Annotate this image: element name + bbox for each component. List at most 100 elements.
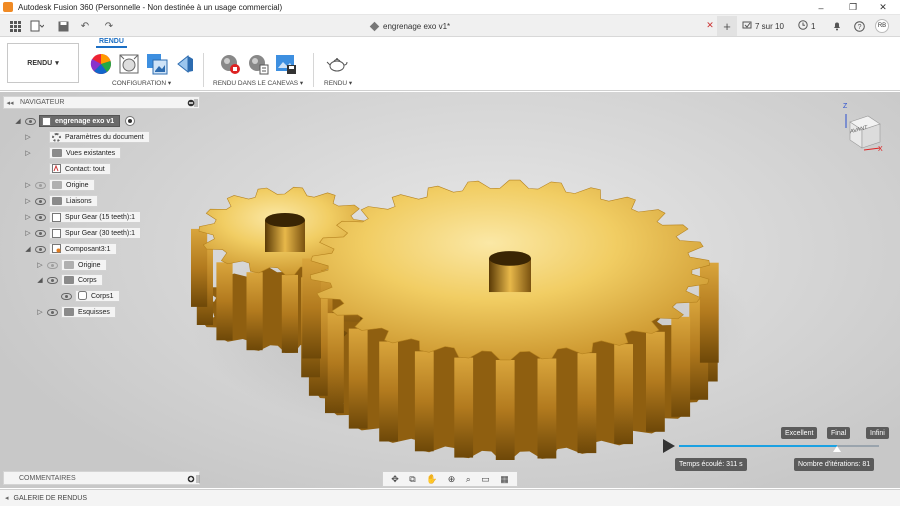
decal-icon[interactable] (174, 53, 196, 75)
apps-grid-icon[interactable] (8, 19, 22, 33)
tree-node[interactable]: Vues existantes (49, 147, 122, 159)
texture-map-icon[interactable] (146, 53, 168, 75)
tree-item-contact[interactable]: Contact: tout (24, 163, 111, 175)
scene-settings-icon[interactable] (118, 53, 140, 75)
configuration-group-label[interactable]: CONFIGURATION ▾ (112, 79, 171, 87)
tree-item-spur-gear-15[interactable]: ▷ Spur Gear (15 teeth):1 (24, 211, 142, 223)
file-menu-icon[interactable] (30, 19, 44, 33)
quality-excellent-button[interactable]: Excellent (781, 427, 818, 439)
notifications-bell-icon[interactable] (830, 19, 844, 33)
teapot-render-icon[interactable] (326, 53, 348, 75)
capture-image-icon[interactable] (275, 53, 297, 75)
tree-item-bodies[interactable]: ◢ Corps (36, 274, 103, 286)
expand-gallery-icon[interactable]: ◂ (5, 494, 9, 502)
tree-node[interactable]: Spur Gear (15 teeth):1 (49, 211, 142, 223)
tab-rendu[interactable]: RENDU (96, 38, 127, 48)
collapsed-triangle-icon[interactable]: ▷ (24, 213, 32, 221)
browser-panel-header[interactable]: ◂◂ NAVIGATEUR (3, 96, 200, 109)
visibility-eye-icon[interactable] (61, 292, 72, 300)
resize-handle-icon[interactable] (196, 475, 200, 485)
look-at-icon[interactable]: ⧉ (409, 474, 415, 485)
visibility-eye-icon[interactable] (35, 213, 46, 221)
collapsed-triangle-icon[interactable]: ▷ (24, 149, 32, 157)
collapsed-triangle-icon[interactable]: ▷ (36, 308, 44, 316)
zoom-icon[interactable]: ⊕ (448, 474, 456, 485)
play-render-button[interactable] (663, 439, 675, 453)
canvas-viewport[interactable] (0, 92, 900, 488)
tree-node[interactable]: Corps (61, 274, 103, 286)
tree-root[interactable]: ◢ engrenage exo v1 (14, 115, 136, 127)
help-icon[interactable]: ? (852, 19, 866, 33)
tree-node[interactable]: Spur Gear (30 teeth):1 (49, 227, 142, 239)
canvas-render-group-label[interactable]: RENDU DANS LE CANEVAS ▾ (213, 79, 303, 87)
visibility-eye-icon[interactable] (35, 197, 46, 205)
comments-panel-header[interactable]: COMMENTAIRES (3, 471, 200, 485)
fit-view-icon[interactable]: ⌕ (466, 474, 471, 485)
collapsed-triangle-icon[interactable]: ▷ (24, 197, 32, 205)
visibility-eye-icon[interactable] (35, 181, 46, 189)
quality-marker-icon[interactable] (833, 446, 841, 452)
tree-node[interactable]: Origine (49, 179, 95, 191)
redo-icon[interactable]: ↷ (102, 19, 116, 33)
collapse-panel-icon[interactable]: ◂◂ (4, 99, 16, 107)
resize-handle-icon[interactable] (194, 99, 202, 107)
expanded-triangle-icon[interactable]: ◢ (24, 245, 32, 253)
visibility-eye-icon[interactable] (47, 261, 58, 269)
collapsed-triangle-icon[interactable]: ▷ (24, 133, 32, 141)
gear-assembly-render[interactable] (0, 92, 900, 488)
tree-item-component3[interactable]: ◢ Composant3:1 (24, 243, 117, 255)
tree-node[interactable]: Esquisses (61, 306, 116, 318)
tree-node[interactable]: Corps1 (75, 290, 120, 302)
appearance-icon[interactable] (90, 53, 112, 75)
render-group-label[interactable]: RENDU ▾ (324, 79, 352, 87)
online-users[interactable]: 1 (798, 19, 815, 33)
visibility-eye-icon[interactable] (35, 229, 46, 237)
new-tab-button[interactable]: + (717, 16, 737, 36)
tree-node[interactable]: Liaisons (49, 195, 98, 207)
visibility-eye-icon[interactable] (35, 245, 46, 253)
tree-node[interactable]: Origine (61, 259, 107, 271)
job-status[interactable]: 7 sur 10 (742, 19, 784, 33)
close-window-button[interactable]: ✕ (868, 0, 898, 15)
add-comment-icon[interactable] (187, 475, 195, 485)
expanded-triangle-icon[interactable]: ◢ (14, 117, 22, 125)
save-icon[interactable] (56, 19, 70, 33)
minimize-button[interactable]: – (806, 0, 836, 15)
orbit-icon[interactable]: ✥ (391, 474, 399, 485)
collapsed-triangle-icon[interactable]: ▷ (36, 261, 44, 269)
tree-item-joints[interactable]: ▷ Liaisons (24, 195, 98, 207)
tree-item-origin[interactable]: ▷ Origine (24, 179, 95, 191)
stop-render-icon[interactable] (219, 53, 241, 75)
visibility-eye-icon[interactable] (47, 276, 58, 284)
visibility-eye-icon[interactable] (25, 117, 36, 125)
close-document-tab[interactable]: ✕ (704, 19, 716, 31)
tree-item-named-views[interactable]: ▷ Vues existantes (24, 147, 122, 159)
tree-item-body1[interactable]: Corps1 (50, 290, 120, 302)
grid-settings-icon[interactable]: ▦ (500, 474, 509, 485)
tree-item-document-settings[interactable]: ▷ Paramètres du document (24, 131, 150, 143)
display-settings-icon[interactable]: ▭ (481, 474, 490, 485)
tree-item-origin-sub[interactable]: ▷ Origine (36, 259, 107, 271)
restore-button[interactable]: ❐ (838, 0, 868, 15)
tree-node[interactable]: Paramètres du document (49, 131, 150, 143)
render-gallery-bar[interactable]: ◂ GALERIE DE RENDUS (0, 489, 900, 506)
tree-item-sketches[interactable]: ▷ Esquisses (36, 306, 116, 318)
tree-item-spur-gear-30[interactable]: ▷ Spur Gear (30 teeth):1 (24, 227, 142, 239)
view-cube[interactable]: Z AVANT X (843, 103, 883, 153)
render-settings-icon[interactable] (247, 53, 269, 75)
workspace-switcher[interactable]: RENDU ▾ (7, 43, 79, 83)
tree-node[interactable]: Contact: tout (49, 163, 111, 175)
pan-hand-icon[interactable]: ✋ (426, 474, 437, 485)
quality-final-button[interactable]: Final (827, 427, 851, 439)
spur-gear-30-teeth[interactable] (301, 179, 719, 460)
document-tab[interactable]: engrenage exo v1* (369, 19, 450, 33)
undo-icon[interactable]: ↶ (78, 19, 92, 33)
activate-radio-icon[interactable] (125, 116, 136, 126)
tree-node[interactable]: Composant3:1 (49, 243, 117, 255)
expanded-triangle-icon[interactable]: ◢ (36, 276, 44, 284)
quality-infinite-button[interactable]: Infini (866, 427, 889, 439)
user-account[interactable]: RB (875, 19, 889, 33)
collapsed-triangle-icon[interactable]: ▷ (24, 181, 32, 189)
visibility-eye-icon[interactable] (47, 308, 58, 316)
root-node[interactable]: engrenage exo v1 (39, 115, 121, 127)
